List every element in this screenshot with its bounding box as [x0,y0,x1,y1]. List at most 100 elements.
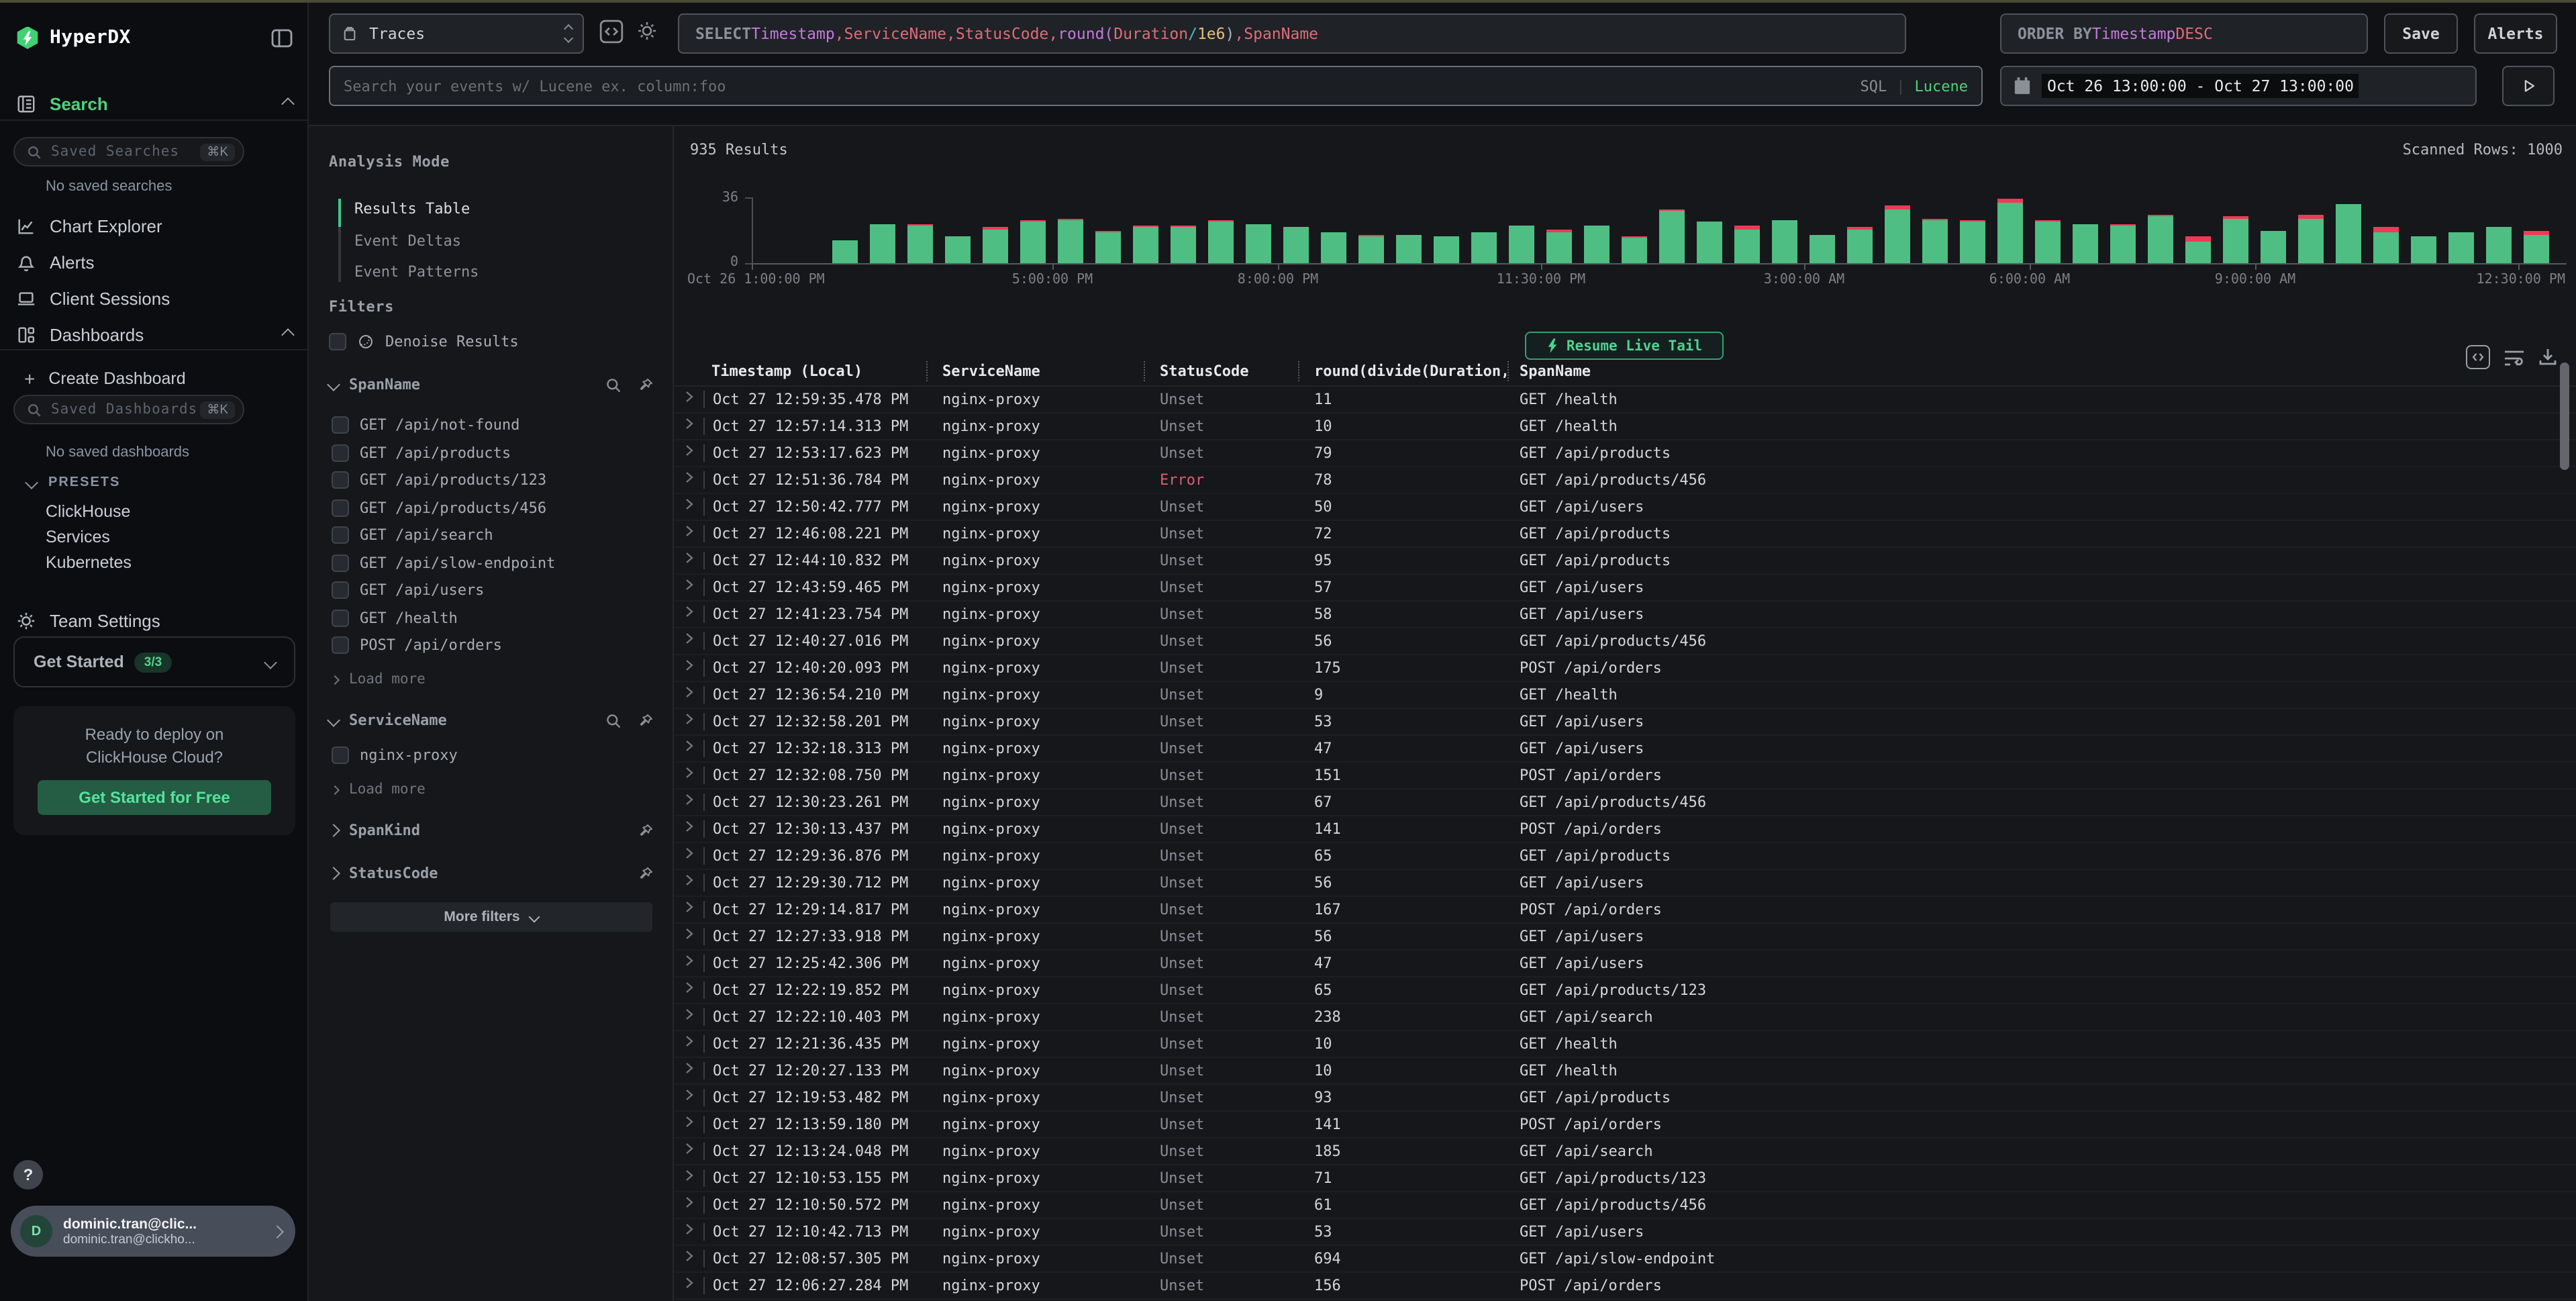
row-expand-icon[interactable] [685,659,694,671]
row-expand-icon[interactable] [685,632,694,644]
checkbox[interactable] [332,581,349,599]
checkbox[interactable] [332,526,349,544]
collapse-sidebar-icon[interactable] [271,28,293,48]
row-expand-icon[interactable] [685,847,694,859]
table-row[interactable]: Oct 27 12:10:50.572 PMnginx-proxyUnset61… [674,1192,2576,1219]
table-row[interactable]: Oct 27 12:25:42.306 PMnginx-proxyUnset47… [674,951,2576,977]
row-expand-icon[interactable] [685,1035,694,1047]
table-row[interactable]: Oct 27 12:32:18.313 PMnginx-proxyUnset47… [674,736,2576,763]
sidebar-item-team-settings[interactable]: Team Settings [0,607,309,634]
table-row[interactable]: Oct 27 12:29:30.712 PMnginx-proxyUnset56… [674,870,2576,897]
table-row[interactable]: Oct 27 12:13:59.180 PMnginx-proxyUnset14… [674,1112,2576,1139]
query-settings-gear-icon[interactable] [636,20,658,42]
row-expand-icon[interactable] [685,901,694,913]
pin-icon[interactable] [638,377,654,393]
alerts-button[interactable]: Alerts [2474,13,2557,54]
table-row[interactable]: Oct 27 12:19:53.482 PMnginx-proxyUnset93… [674,1085,2576,1112]
table-row[interactable]: Oct 27 12:10:42.713 PMnginx-proxyUnset53… [674,1219,2576,1246]
row-expand-icon[interactable] [685,686,694,698]
table-row[interactable]: Oct 27 12:41:23.754 PMnginx-proxyUnset58… [674,601,2576,628]
column-header-statuscode[interactable]: StatusCode [1160,363,1248,380]
row-expand-icon[interactable] [685,498,694,510]
column-resize-handle[interactable] [1298,361,1299,381]
checkbox[interactable] [332,444,349,461]
table-row[interactable]: Oct 27 12:08:57.305 PMnginx-proxyUnset69… [674,1246,2576,1273]
row-expand-icon[interactable] [685,1250,694,1262]
presets-toggle[interactable]: PRESETS [27,475,120,490]
servicename-option[interactable]: nginx-proxy [332,746,458,764]
save-button[interactable]: Save [2384,13,2458,54]
spanname-option[interactable]: GET /api/not-found [332,416,519,434]
preset-item-clickhouse[interactable]: ClickHouse [46,502,130,521]
row-expand-icon[interactable] [685,928,694,940]
table-row[interactable]: Oct 27 12:53:17.623 PMnginx-proxyUnset79… [674,440,2576,467]
table-row[interactable]: Oct 27 12:44:10.832 PMnginx-proxyUnset95… [674,548,2576,575]
filter-search-icon[interactable] [605,712,622,728]
spanname-option[interactable]: GET /health [332,609,458,626]
denoise-results-checkbox[interactable]: Denoise Results [329,333,519,350]
column-resize-handle[interactable] [1507,361,1509,381]
row-expand-icon[interactable] [685,1089,694,1101]
order-by-input[interactable]: ORDER BY Timestamp DESC [2000,13,2368,54]
filter-group-spanname[interactable]: SpanName [329,376,654,393]
row-expand-icon[interactable] [685,1116,694,1128]
sidebar-item-search[interactable]: Search [0,89,309,118]
get-started-dropdown[interactable]: Get Started 3/3 [13,636,295,687]
pin-icon[interactable] [638,822,654,838]
table-scrollbar-thumb[interactable] [2560,363,2569,470]
table-row[interactable]: Oct 27 12:30:13.437 PMnginx-proxyUnset14… [674,816,2576,843]
row-expand-icon[interactable] [685,552,694,564]
run-query-button[interactable] [2502,66,2555,106]
row-expand-icon[interactable] [685,1277,694,1289]
more-filters-button[interactable]: More filters [330,902,652,932]
sidebar-item-alerts[interactable]: Alerts [0,248,309,275]
chevron-up-icon[interactable] [281,328,295,341]
row-expand-icon[interactable] [685,444,694,456]
row-expand-icon[interactable] [685,1143,694,1155]
checkbox[interactable] [332,416,349,434]
column-resize-handle[interactable] [1144,361,1145,381]
column-header-duration[interactable]: round(divide(Duration, [1314,363,1506,380]
code-toggle-icon[interactable] [599,19,624,44]
chevron-up-icon[interactable] [281,97,295,110]
sidebar-item-client-sessions[interactable]: Client Sessions [0,285,309,311]
filter-search-icon[interactable] [605,377,622,393]
spanname-load-more[interactable]: Load more [332,671,426,687]
sql-select-input[interactable]: SELECT Timestamp,ServiceName,StatusCode,… [678,13,1906,54]
filter-group-statuscode[interactable]: StatusCode [329,865,654,882]
lucene-mode-option[interactable]: Lucene [1915,77,1969,95]
row-expand-icon[interactable] [685,820,694,832]
row-expand-icon[interactable] [685,579,694,591]
table-row[interactable]: Oct 27 12:10:53.155 PMnginx-proxyUnset71… [674,1165,2576,1192]
table-row[interactable]: Oct 27 12:21:36.435 PMnginx-proxyUnset10… [674,1031,2576,1058]
histogram-chart[interactable] [674,126,2569,263]
resume-live-tail-button[interactable]: Resume Live Tail [1525,332,1724,360]
table-row[interactable]: Oct 27 12:22:10.403 PMnginx-proxyUnset23… [674,1004,2576,1031]
row-expand-icon[interactable] [685,767,694,779]
help-button[interactable]: ? [13,1160,43,1190]
user-menu[interactable]: D dominic.tran@clic... dominic.tran@clic… [11,1206,295,1257]
table-row[interactable]: Oct 27 12:29:14.817 PMnginx-proxyUnset16… [674,897,2576,924]
saved-dashboards-input[interactable]: Saved Dashboards ⌘K [13,395,244,424]
table-row[interactable]: Oct 27 12:59:35.478 PMnginx-proxyUnset11… [674,387,2576,414]
table-row[interactable]: Oct 27 12:27:33.918 PMnginx-proxyUnset56… [674,924,2576,951]
row-expand-icon[interactable] [685,740,694,752]
spanname-option[interactable]: GET /api/users [332,581,484,599]
row-expand-icon[interactable] [685,418,694,430]
analysis-mode-event-deltas[interactable]: Event Deltas [354,232,461,250]
table-row[interactable]: Oct 27 12:22:19.852 PMnginx-proxyUnset65… [674,977,2576,1004]
checkbox[interactable] [332,746,349,764]
row-expand-icon[interactable] [685,1223,694,1235]
row-expand-icon[interactable] [685,955,694,967]
table-row[interactable]: Oct 27 12:50:42.777 PMnginx-proxyUnset50… [674,494,2576,521]
pin-icon[interactable] [638,865,654,881]
row-expand-icon[interactable] [685,1062,694,1074]
row-expand-icon[interactable] [685,713,694,725]
sidebar-item-dashboards[interactable]: Dashboards [0,321,309,348]
analysis-mode-results-table[interactable]: Results Table [354,200,470,218]
row-expand-icon[interactable] [685,1196,694,1208]
table-row[interactable]: Oct 27 12:30:23.261 PMnginx-proxyUnset67… [674,789,2576,816]
preset-item-kubernetes[interactable]: Kubernetes [46,553,132,572]
table-row[interactable]: Oct 27 12:46:08.221 PMnginx-proxyUnset72… [674,521,2576,548]
table-row[interactable]: Oct 27 12:43:59.465 PMnginx-proxyUnset57… [674,575,2576,601]
